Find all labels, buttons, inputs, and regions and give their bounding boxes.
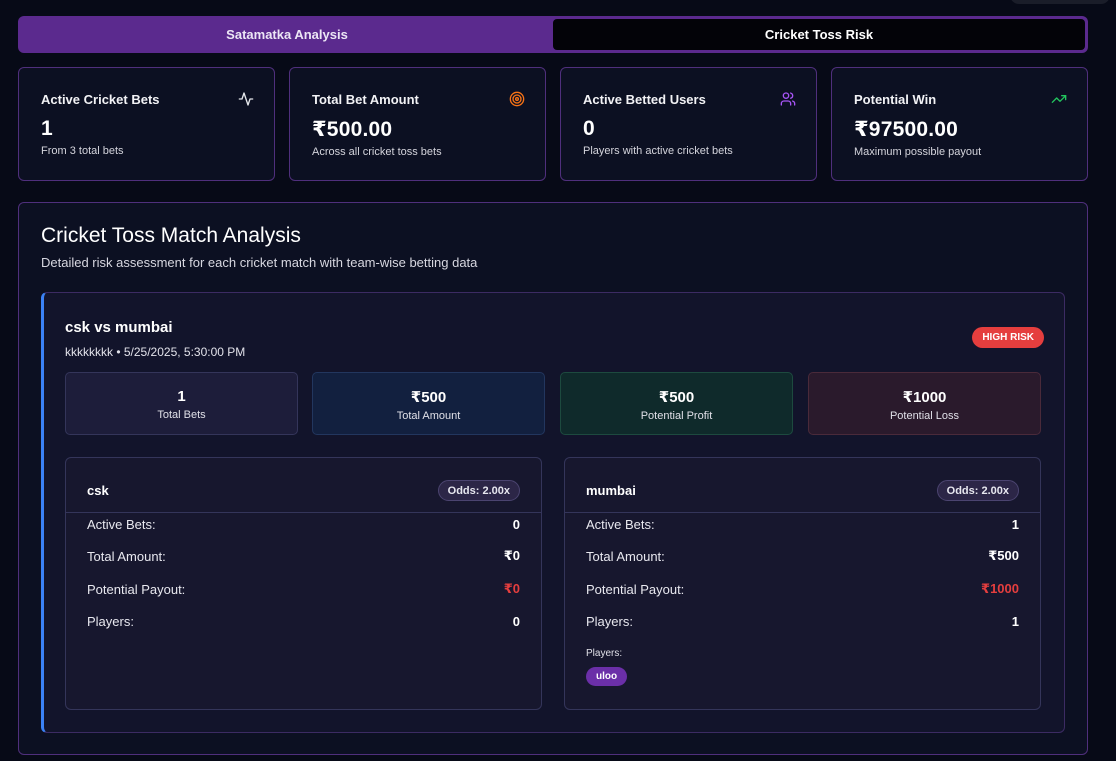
row-value: ₹500 — [988, 548, 1019, 563]
team-row-active-bets: Active Bets: 1 — [586, 514, 1019, 534]
odds-badge: Odds: 2.00x — [936, 480, 1019, 501]
match-meta: kkkkkkkk • 5/25/2025, 5:30:00 PM — [65, 345, 246, 359]
row-value: ₹1000 — [981, 581, 1019, 596]
stat-title: Active Betted Users — [583, 92, 706, 107]
team-name: mumbai — [586, 483, 636, 498]
match-analysis-panel: Cricket Toss Match Analysis Detailed ris… — [18, 202, 1088, 755]
stat-value: 0 — [583, 117, 595, 140]
row-value: ₹0 — [503, 581, 520, 596]
team-row-potential-payout: Potential Payout: ₹1000 — [586, 579, 1019, 599]
summary-value: ₹500 — [410, 389, 447, 406]
row-value: 1 — [1011, 516, 1019, 532]
team-row-players: Players: 1 — [586, 611, 1019, 631]
row-value: 1 — [1011, 613, 1019, 629]
stat-title: Total Bet Amount — [312, 92, 419, 107]
tab-cricket-toss-risk[interactable]: Cricket Toss Risk — [553, 19, 1085, 50]
team-row-total-amount: Total Amount: ₹500 — [586, 546, 1019, 566]
stat-card-potential-win: Potential Win ₹97500.00 Maximum possible… — [831, 67, 1088, 181]
topbar-control[interactable] — [1010, 0, 1110, 4]
team-row-total-amount: Total Amount: ₹0 — [87, 546, 520, 566]
row-label: Total Amount: — [586, 548, 665, 564]
summary-label: Total Amount — [396, 410, 461, 422]
summary-potential-loss: ₹1000 Potential Loss — [808, 372, 1041, 435]
match-card: csk vs mumbai kkkkkkkk • 5/25/2025, 5:30… — [41, 292, 1065, 733]
stat-value: ₹97500.00 — [854, 118, 959, 141]
panel-subtitle: Detailed risk assessment for each cricke… — [41, 255, 478, 270]
divider — [565, 512, 1040, 513]
team-card-mumbai: mumbai Odds: 2.00x Active Bets: 1 Total … — [564, 457, 1041, 710]
stat-subtext: Players with active cricket bets — [583, 145, 733, 157]
stat-card-active-cricket-bets: Active Cricket Bets 1 From 3 total bets — [18, 67, 275, 181]
summary-label: Potential Profit — [640, 410, 713, 422]
row-label: Active Bets: — [87, 516, 156, 532]
stat-subtext: Maximum possible payout — [854, 146, 982, 158]
row-label: Active Bets: — [586, 516, 655, 532]
panel-title: Cricket Toss Match Analysis — [41, 224, 301, 247]
team-name: csk — [87, 483, 109, 498]
divider — [66, 512, 541, 513]
summary-total-amount: ₹500 Total Amount — [312, 372, 545, 435]
match-title: csk vs mumbai — [65, 319, 173, 336]
players-list-label: Players: — [586, 648, 623, 659]
stat-card-active-betted-users: Active Betted Users 0 Players with activ… — [560, 67, 817, 181]
row-label: Potential Payout: — [586, 581, 685, 597]
target-icon — [509, 91, 525, 107]
risk-badge: HIGH RISK — [972, 327, 1044, 348]
stat-title: Potential Win — [854, 92, 937, 107]
stat-title: Active Cricket Bets — [41, 92, 160, 107]
row-label: Potential Payout: — [87, 581, 186, 597]
summary-label: Total Bets — [157, 409, 206, 421]
summary-value: ₹500 — [658, 389, 695, 406]
odds-badge: Odds: 2.00x — [437, 480, 520, 501]
summary-value: ₹1000 — [902, 389, 947, 406]
stat-value: ₹500.00 — [312, 118, 393, 141]
player-chip: uloo — [586, 667, 628, 686]
team-row-active-bets: Active Bets: 0 — [87, 514, 520, 534]
stat-subtext: Across all cricket toss bets — [312, 146, 442, 158]
stat-subtext: From 3 total bets — [41, 145, 124, 157]
summary-total-bets: 1 Total Bets — [65, 372, 298, 435]
summary-potential-profit: ₹500 Potential Profit — [560, 372, 793, 435]
summary-label: Potential Loss — [889, 410, 960, 422]
row-label: Total Amount: — [87, 548, 166, 564]
row-label: Players: — [586, 613, 633, 629]
team-row-potential-payout: Potential Payout: ₹0 — [87, 579, 520, 599]
activity-icon — [238, 92, 254, 106]
stat-value: 1 — [41, 117, 53, 140]
row-value: 0 — [512, 516, 520, 532]
team-row-players: Players: 0 — [87, 611, 520, 631]
row-label: Players: — [87, 613, 134, 629]
users-icon — [780, 92, 796, 106]
analysis-tabs: Satamatka Analysis Cricket Toss Risk — [18, 16, 1088, 53]
stat-card-total-bet-amount: Total Bet Amount ₹500.00 Across all cric… — [289, 67, 546, 181]
team-card-csk: csk Odds: 2.00x Active Bets: 0 Total Amo… — [65, 457, 542, 710]
row-value: 0 — [512, 613, 520, 629]
tab-satamatka-analysis[interactable]: Satamatka Analysis — [21, 19, 553, 50]
summary-value: 1 — [177, 388, 186, 405]
trending-up-icon — [1051, 95, 1067, 103]
row-value: ₹0 — [503, 548, 520, 563]
